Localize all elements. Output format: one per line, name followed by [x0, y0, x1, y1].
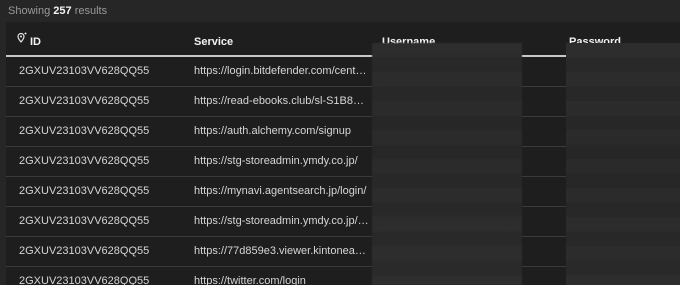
results-suffix: results — [74, 5, 108, 17]
cell-service[interactable]: https://77d859e3.viewer.kintoneapp.... — [194, 237, 369, 266]
cell-id: 2GXUV23103VV628QQ55 — [19, 125, 150, 137]
cell-service[interactable]: https://read-ebooks.club/sl-S1B8Q-D... — [194, 87, 369, 116]
cell-service[interactable]: https://auth.alchemy.com/signup — [194, 117, 369, 146]
cell-id: 2GXUV23103VV628QQ55 — [19, 245, 150, 257]
column-header-id[interactable]: ID — [16, 22, 41, 55]
cell-service[interactable]: https://twitter.com/login — [194, 267, 369, 285]
results-number: 257 — [53, 5, 72, 17]
cell-id: 2GXUV23103VV628QQ55 — [19, 275, 150, 285]
cell-service[interactable]: https://stg-storeadmin.ymdy.co.jp/lo... — [194, 207, 369, 236]
column-header-service[interactable]: Service — [194, 22, 233, 55]
cell-id: 2GXUV23103VV628QQ55 — [19, 95, 150, 107]
cell-id: 2GXUV23103VV628QQ55 — [19, 185, 150, 197]
pin-sparkle-icon — [16, 22, 28, 61]
password-column-redacted — [566, 43, 680, 285]
cell-id: 2GXUV23103VV628QQ55 — [19, 155, 150, 167]
column-header-id-label: ID — [30, 36, 41, 48]
cell-service[interactable]: https://login.bitdefender.com/central... — [194, 57, 369, 86]
cell-id: 2GXUV23103VV628QQ55 — [19, 215, 150, 227]
username-column-redacted — [372, 43, 522, 285]
results-count: Showing 257 results — [0, 0, 680, 22]
cell-service[interactable]: https://mynavi.agentsearch.jp/login/ — [194, 177, 369, 206]
cell-service[interactable]: https://stg-storeadmin.ymdy.co.jp/ — [194, 147, 369, 176]
cell-id: 2GXUV23103VV628QQ55 — [19, 65, 150, 77]
results-prefix: Showing — [8, 5, 51, 17]
